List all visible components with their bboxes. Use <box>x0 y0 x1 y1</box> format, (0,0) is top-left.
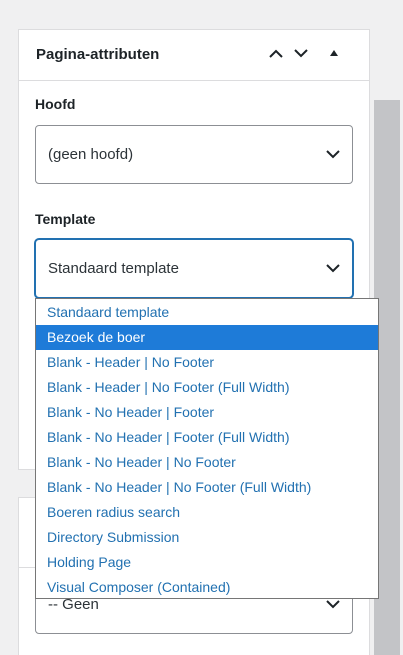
dropdown-option[interactable]: Blank - No Header | No Footer (Full Widt… <box>36 475 378 500</box>
parent-select[interactable]: (geen hoofd) <box>35 125 353 184</box>
chevron-down-icon <box>326 600 340 609</box>
dropdown-option[interactable]: Blank - No Header | No Footer <box>36 450 378 475</box>
dropdown-option-highlighted[interactable]: Bezoek de boer <box>36 325 378 350</box>
parent-select-value: (geen hoofd) <box>48 146 134 163</box>
background-left <box>0 0 18 655</box>
template-select-value: Standaard template <box>48 260 179 277</box>
move-up-button[interactable] <box>265 42 287 64</box>
dropdown-option[interactable]: Blank - No Header | Footer <box>36 400 378 425</box>
panel-header: Pagina-attributen <box>19 30 369 81</box>
parent-label: Hoofd <box>35 96 76 112</box>
panel-title: Pagina-attributen <box>36 46 160 63</box>
move-down-button[interactable] <box>290 42 312 64</box>
dropdown-option[interactable]: Blank - No Header | Footer (Full Width) <box>36 425 378 450</box>
dropdown-option[interactable]: Holding Page <box>36 550 378 575</box>
chevron-down-icon <box>294 48 308 57</box>
dropdown-option[interactable]: Standaard template <box>36 300 378 325</box>
template-label: Template <box>35 211 96 227</box>
dropdown-option[interactable]: Blank - Header | No Footer (Full Width) <box>36 375 378 400</box>
dropdown-option[interactable]: Directory Submission <box>36 525 378 550</box>
chevron-up-icon <box>269 49 283 58</box>
triangle-up-icon <box>330 50 338 56</box>
dropdown-option[interactable]: Visual Composer (Contained) <box>36 575 378 600</box>
template-dropdown-list[interactable]: Standaard template Bezoek de boer Blank … <box>35 298 379 599</box>
dropdown-option[interactable]: Boeren radius search <box>36 500 378 525</box>
toggle-panel-button[interactable] <box>323 42 345 64</box>
dropdown-option[interactable]: Blank - Header | No Footer <box>36 350 378 375</box>
template-select[interactable]: Standaard template <box>35 239 353 298</box>
chevron-down-icon <box>326 264 340 273</box>
chevron-down-icon <box>326 150 340 159</box>
